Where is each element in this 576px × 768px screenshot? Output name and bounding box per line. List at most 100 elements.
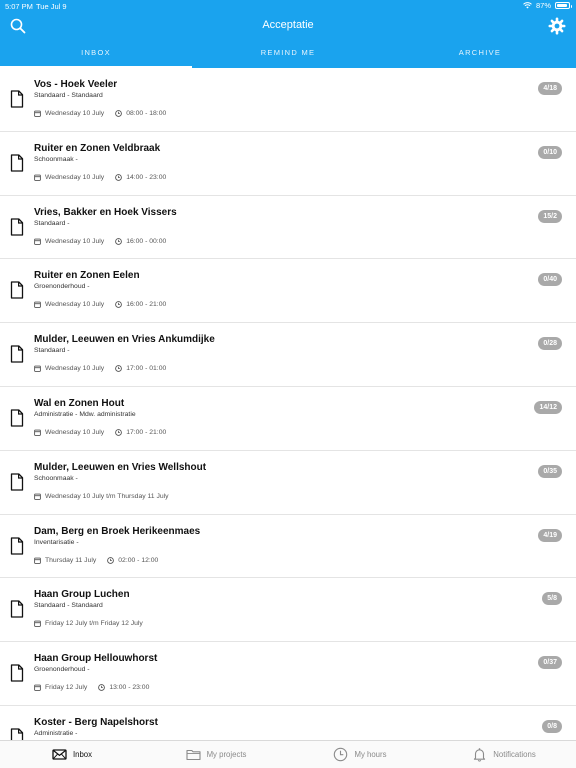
item-date: Friday 12 July	[45, 684, 88, 692]
tab-remind-me[interactable]: REMIND ME	[192, 42, 384, 68]
item-subtitle: Standaard - Standaard	[34, 602, 103, 610]
count-badge: 0/37	[538, 656, 562, 670]
item-time: 16:00 - 00:00	[126, 237, 167, 245]
document-icon	[10, 473, 24, 491]
item-time: 14:00 - 23:00	[126, 173, 167, 181]
item-date: Wednesday 10 July	[45, 110, 105, 117]
item-meta: Friday 12 July 13:00 - 23:00	[34, 684, 149, 691]
wifi-icon	[523, 2, 532, 9]
item-subtitle: Groenonderhoud -	[34, 283, 90, 291]
document-icon	[10, 536, 24, 555]
document-icon	[10, 345, 24, 363]
gear-icon	[548, 17, 566, 35]
count-badge: 4/19	[538, 528, 562, 542]
count-badge: 14/12	[534, 400, 562, 414]
list-item[interactable]: Mulder, Leeuwen en Vries Wellshout Schoo…	[0, 451, 576, 515]
item-time: 17:00 - 01:00	[126, 365, 167, 373]
list-item[interactable]: Mulder, Leeuwen en Vries Ankumdijke Stan…	[0, 323, 576, 387]
tab-inbox[interactable]: INBOX	[0, 42, 192, 68]
tabbar-inbox-label: Inbox	[72, 750, 93, 759]
item-meta: Wednesday 10 July t/m Thursday 11 July	[34, 493, 169, 500]
item-date: Wednesday 10 July t/m Thursday 11 July	[45, 492, 169, 500]
item-title: Dam, Berg en Broek Herikeenmaes	[34, 525, 201, 537]
item-title: Vos - Hoek Veeler	[34, 79, 118, 90]
tabbar-notifications-label: Notifications	[493, 750, 536, 759]
item-time-group: 17:00 - 21:00	[115, 429, 166, 436]
list-item[interactable]: Koster - Berg Napelshorst Administratie …	[0, 706, 576, 740]
count-badge: 15/2	[538, 209, 562, 223]
document-icon	[10, 281, 24, 300]
list-item[interactable]: Vos - Hoek Veeler Standaard - Standaard …	[0, 68, 576, 132]
item-time: 17:00 - 21:00	[126, 428, 167, 436]
bottom-tab-bar: Inbox My projects My hours Notifications	[0, 740, 576, 768]
clock-icon	[334, 747, 348, 762]
calendar-icon	[34, 493, 41, 500]
document-icon	[10, 154, 24, 172]
item-date: Wednesday 10 July	[45, 301, 105, 309]
item-meta: Friday 12 July t/m Friday 12 July	[34, 620, 143, 627]
calendar-icon	[34, 684, 41, 692]
item-subtitle: Standaard - Standaard	[34, 92, 103, 99]
count-badge: 5/8	[542, 592, 562, 606]
tab-bar-top: INBOX REMIND ME ARCHIVE	[0, 42, 576, 68]
item-title: Vries, Bakker en Hoek Vissers	[34, 206, 177, 218]
clock-icon	[115, 365, 123, 373]
settings-button[interactable]	[548, 17, 566, 35]
item-time: 16:00 - 21:00	[126, 301, 167, 309]
count-badge: 4/18	[538, 82, 562, 95]
list-item[interactable]: Haan Group Luchen Standaard - Standaard …	[0, 578, 576, 643]
item-date: Wednesday 10 July	[45, 428, 105, 436]
item-subtitle: Standaard -	[34, 219, 70, 227]
calendar-icon	[34, 365, 41, 373]
tabbar-inbox[interactable]: Inbox	[0, 741, 144, 768]
item-title: Koster - Berg Napelshorst	[34, 716, 158, 728]
item-date: Friday 12 July t/m Friday 12 July	[45, 620, 143, 628]
item-subtitle: Administratie - Mdw. administratie	[34, 410, 136, 418]
tab-archive[interactable]: ARCHIVE	[384, 42, 576, 68]
status-date: Tue Jul 9	[36, 2, 67, 11]
tabbar-notifications[interactable]: Notifications	[432, 741, 576, 768]
document-icon	[10, 409, 24, 427]
page-title: Acceptatie	[262, 19, 314, 31]
battery-icon	[555, 2, 572, 9]
list-item[interactable]: Vries, Bakker en Hoek Vissers Standaard …	[0, 196, 576, 260]
calendar-icon	[34, 110, 41, 117]
item-subtitle: Inventarisatie -	[34, 538, 79, 546]
item-subtitle: Groenonderhoud -	[34, 666, 90, 674]
list-item[interactable]: Ruiter en Zonen Veldbraak Schoonmaak - W…	[0, 132, 576, 196]
tabbar-my-hours[interactable]: My hours	[288, 741, 432, 768]
item-title: Ruiter en Zonen Veldbraak	[34, 142, 161, 154]
item-title: Haan Group Luchen	[34, 589, 130, 601]
status-bar: 5:07 PM Tue Jul 9 87%	[0, 0, 576, 12]
item-date: Thursday 11 July	[45, 556, 97, 564]
calendar-icon	[34, 238, 41, 245]
battery-percent: 87%	[535, 1, 551, 10]
item-meta: Thursday 11 July 02:00 - 12:00	[34, 557, 158, 564]
item-meta: Wednesday 10 July 16:00 - 21:00	[34, 301, 166, 308]
list-item[interactable]: Haan Group Hellouwhorst Groenonderhoud -…	[0, 642, 576, 706]
count-badge: 0/28	[538, 337, 562, 351]
item-subtitle: Schoonmaak -	[34, 474, 78, 482]
item-meta: Wednesday 10 July 08:00 - 18:00	[34, 110, 166, 117]
document-icon	[10, 600, 24, 619]
item-time-group: 16:00 - 21:00	[115, 301, 166, 308]
item-meta: Wednesday 10 July 14:00 - 23:00	[34, 174, 166, 181]
document-icon	[10, 728, 24, 740]
item-time-group: 02:00 - 12:00	[107, 557, 158, 564]
app-header: 5:07 PM Tue Jul 9 87% Acceptatie INBOX R…	[0, 0, 576, 68]
clock-icon	[98, 684, 106, 692]
item-subtitle: Schoonmaak -	[34, 155, 78, 163]
count-badge: 0/35	[538, 464, 562, 478]
item-date: Wednesday 10 July	[45, 173, 105, 181]
list-item[interactable]: Ruiter en Zonen Eelen Groenonderhoud - W…	[0, 259, 576, 324]
item-time: 02:00 - 12:00	[118, 556, 159, 564]
battery-fill	[557, 4, 567, 7]
inbox-list: Vos - Hoek Veeler Standaard - Standaard …	[0, 68, 576, 740]
item-title: Wal en Zonen Hout	[34, 397, 125, 409]
list-item[interactable]: Wal en Zonen Hout Administratie - Mdw. a…	[0, 387, 576, 451]
status-time: 5:07 PM	[5, 2, 33, 11]
item-time-group: 08:00 - 18:00	[115, 110, 166, 117]
list-item[interactable]: Dam, Berg en Broek Herikeenmaes Inventar…	[0, 515, 576, 579]
tabbar-my-projects-label: My projects	[206, 750, 247, 759]
tabbar-my-projects[interactable]: My projects	[144, 741, 288, 768]
